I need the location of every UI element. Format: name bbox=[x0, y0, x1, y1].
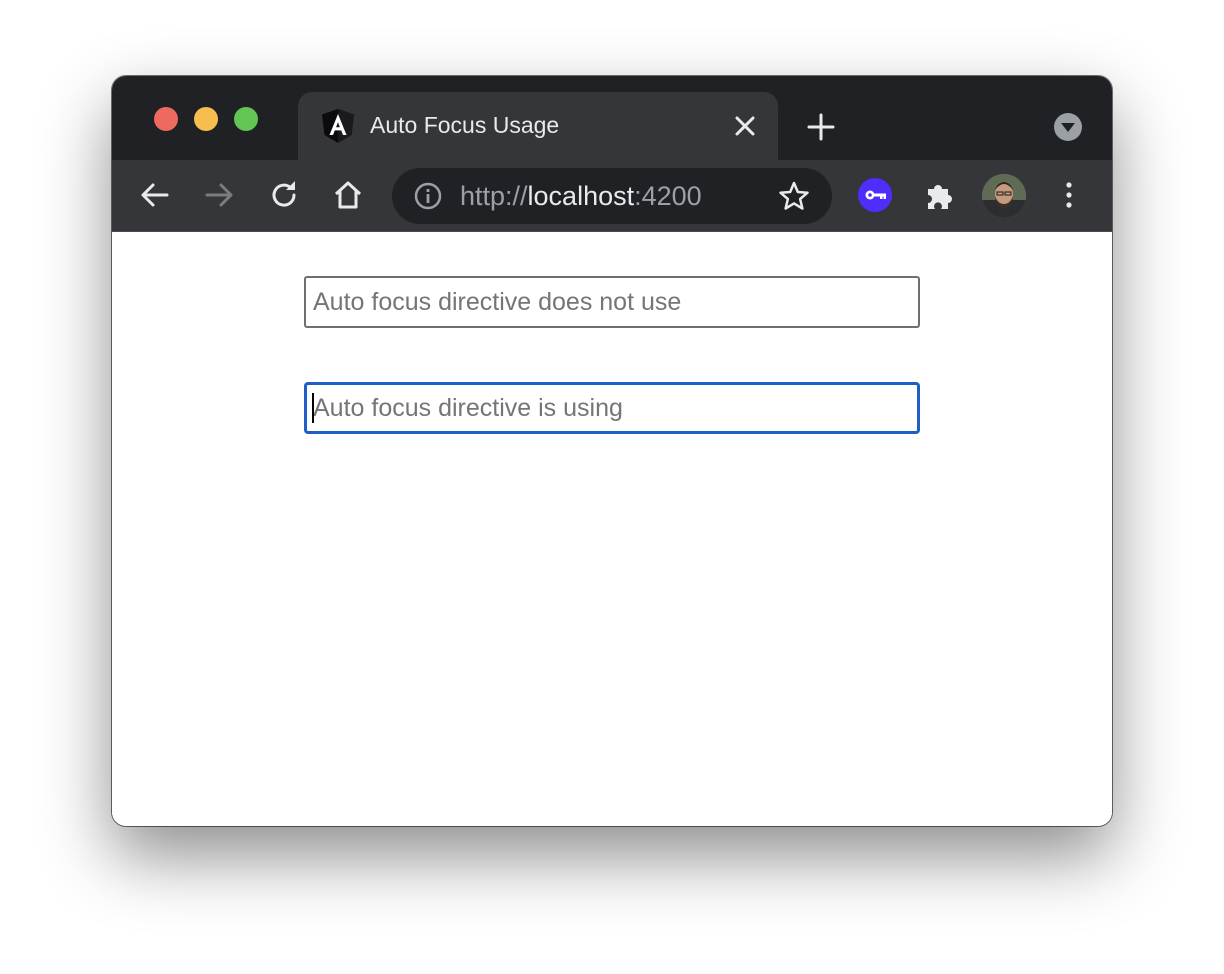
address-bar[interactable]: http://localhost:4200 bbox=[392, 168, 832, 224]
password-extension-button[interactable] bbox=[858, 178, 892, 212]
arrow-left-icon[interactable] bbox=[138, 178, 172, 212]
arrow-right-icon[interactable] bbox=[202, 178, 236, 212]
avatar[interactable] bbox=[982, 174, 1026, 218]
new-tab-icon[interactable] bbox=[806, 112, 836, 142]
input-without-autofocus[interactable] bbox=[304, 276, 920, 328]
puzzle-icon[interactable] bbox=[922, 178, 956, 212]
input-with-autofocus[interactable] bbox=[304, 382, 920, 434]
tab-strip: Auto Focus Usage bbox=[112, 76, 1112, 160]
tab-title: Auto Focus Usage bbox=[370, 112, 560, 138]
close-window-button[interactable] bbox=[154, 107, 178, 131]
page-content bbox=[112, 233, 1112, 826]
angular-logo-icon bbox=[322, 109, 354, 143]
tab-search-icon[interactable] bbox=[1053, 112, 1083, 142]
browser-window: Auto Focus Usage http://localhost:4200 A… bbox=[112, 76, 1112, 826]
close-tab-icon[interactable] bbox=[732, 113, 758, 139]
profile-photo bbox=[982, 174, 1026, 218]
url-scheme: http:// bbox=[460, 181, 528, 211]
maximize-window-button[interactable] bbox=[234, 107, 258, 131]
home-icon[interactable] bbox=[331, 178, 365, 212]
text-caret bbox=[312, 393, 314, 423]
tab-active[interactable]: Auto Focus Usage bbox=[298, 92, 778, 160]
kebab-menu-icon[interactable] bbox=[1052, 178, 1086, 212]
key-icon bbox=[865, 190, 886, 200]
reload-icon[interactable] bbox=[267, 178, 301, 212]
star-icon[interactable] bbox=[778, 180, 810, 212]
url-port: :4200 bbox=[634, 181, 702, 211]
url-text: http://localhost:4200 bbox=[460, 181, 702, 212]
url-host: localhost bbox=[527, 181, 635, 211]
info-icon[interactable] bbox=[414, 182, 442, 210]
minimize-window-button[interactable] bbox=[194, 107, 218, 131]
toolbar: http://localhost:4200 bbox=[112, 160, 1112, 232]
